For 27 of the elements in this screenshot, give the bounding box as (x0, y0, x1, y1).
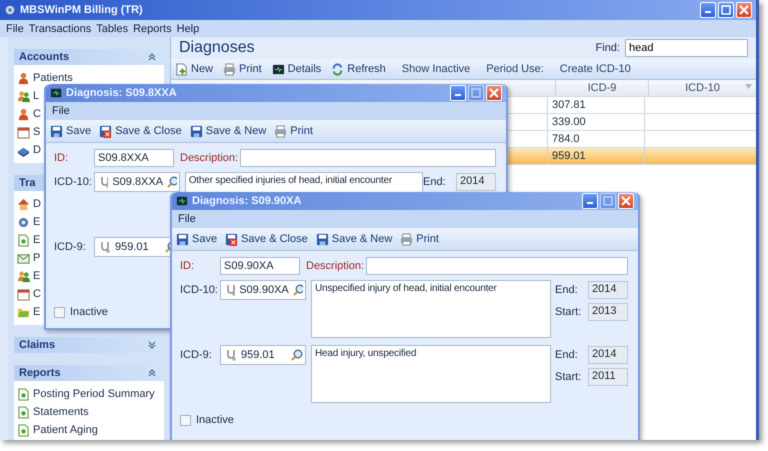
field-label: Description: (180, 152, 240, 164)
table-cell: 307.81 (552, 99, 586, 111)
table-cell: 784.0 (552, 133, 580, 145)
window-title: Diagnosis: S09.90XA (192, 195, 302, 207)
table-cell: 959.01 (552, 150, 586, 162)
table-cell: 339.00 (552, 116, 586, 128)
start-year-field: 2013 (588, 303, 628, 321)
end-year-field: 2014 (456, 173, 496, 191)
field-label: Start: (555, 371, 582, 383)
field-label: End: (555, 349, 579, 361)
field-label: Start: (555, 306, 582, 318)
field-label: End: (555, 284, 579, 296)
find-label: Find: (596, 42, 620, 54)
field-label: End: (423, 176, 447, 188)
field-label: ID: (180, 260, 196, 272)
field-label: ICD-10: (54, 176, 93, 188)
field-label: ID: (54, 152, 70, 164)
window-title: MBSWinPM Billing (TR) (20, 4, 143, 16)
window-title: Diagnosis: S09.8XXA (66, 87, 177, 99)
page-title: Diagnoses (179, 39, 255, 57)
field-label: ICD-10: (180, 284, 219, 296)
field-label: ICD-9: (180, 349, 213, 361)
field-label: Description: (306, 260, 366, 272)
field-label: ICD-9: (54, 241, 87, 253)
end-year-field: 2014 (588, 346, 628, 364)
start-year-field: 2011 (588, 368, 628, 386)
end-year-field: 2014 (588, 281, 628, 299)
